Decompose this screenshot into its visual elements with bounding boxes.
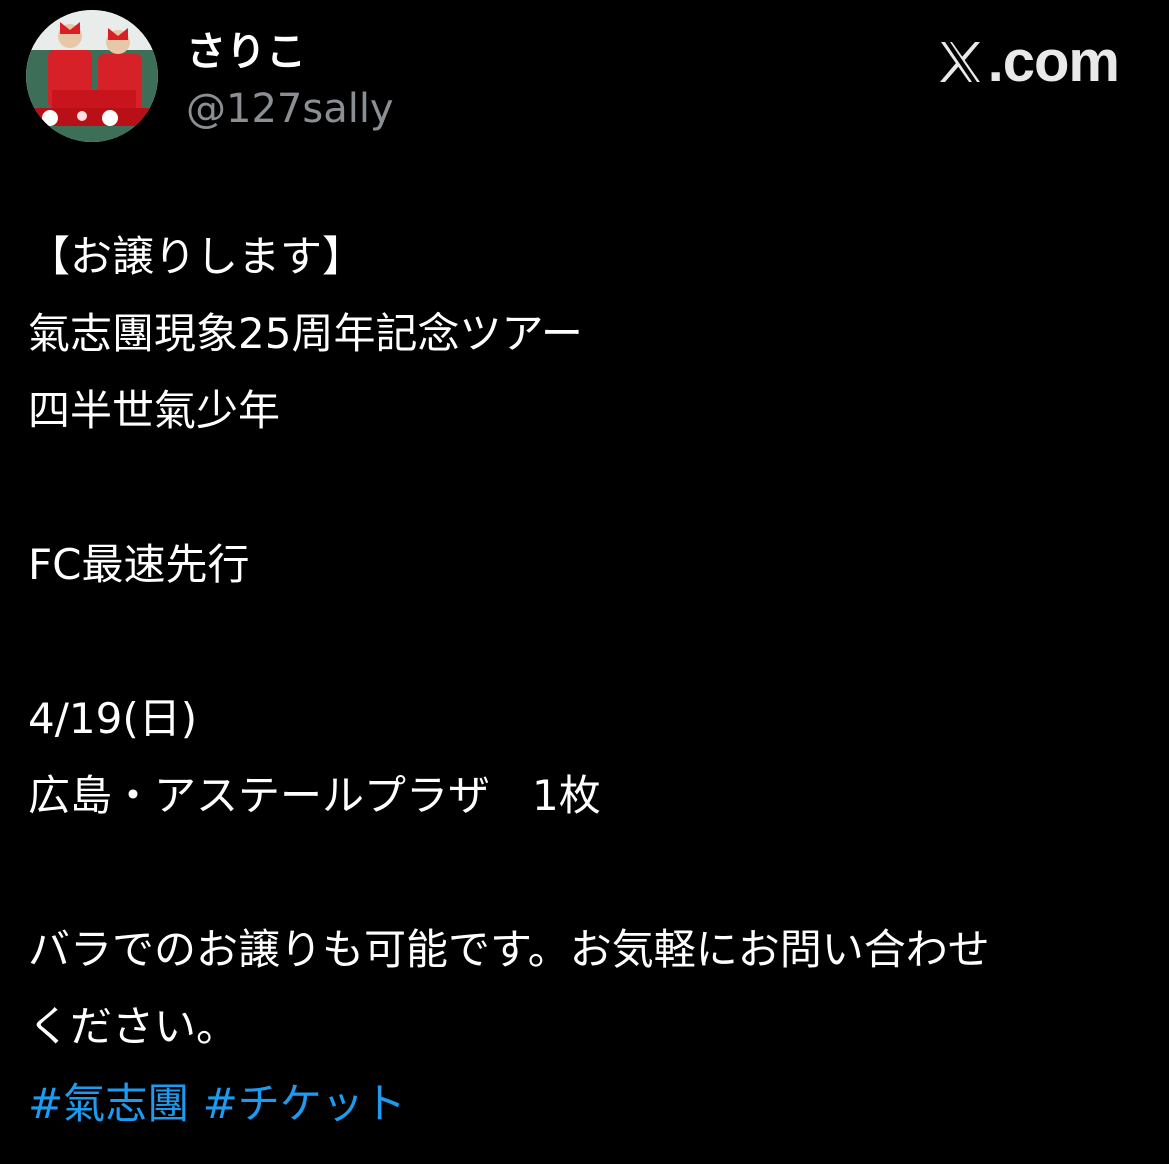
post-line-8: ください。 (28, 1002, 239, 1051)
hashtag-link[interactable]: #氣志團 (28, 1079, 189, 1128)
hashtag-link[interactable]: #チケット (203, 1079, 406, 1128)
author-handle[interactable]: @127sally (186, 84, 394, 134)
x-logo-icon (936, 38, 984, 86)
post-line-4: FC最速先行 (28, 540, 250, 589)
author-display-name[interactable]: さりこ (186, 26, 306, 78)
post-line-7: バラでのお譲りも可能です。お気軽にお問い合わせ (28, 925, 990, 974)
brand-domain-text: .com (987, 29, 1120, 94)
post-header: さりこ @127sally .com (0, 0, 1169, 170)
hashtag-row: #氣志團 #チケット (28, 1065, 1148, 1142)
post-line-1: 【お譲りします】 (28, 232, 365, 281)
post-line-5: 4/19(日) (28, 694, 198, 743)
post-line-6: 広島・アステールプラザ 1枚 (28, 771, 601, 820)
post-line-3: 四半世氣少年 (28, 386, 281, 435)
avatar[interactable] (26, 10, 158, 142)
post-line-2: 氣志團現象25周年記念ツアー (28, 309, 583, 358)
post-body: 【お譲りします】 氣志團現象25周年記念ツアー 四半世氣少年 FC最速先行 4/… (28, 218, 1148, 1142)
brand-watermark: .com (936, 29, 1120, 94)
